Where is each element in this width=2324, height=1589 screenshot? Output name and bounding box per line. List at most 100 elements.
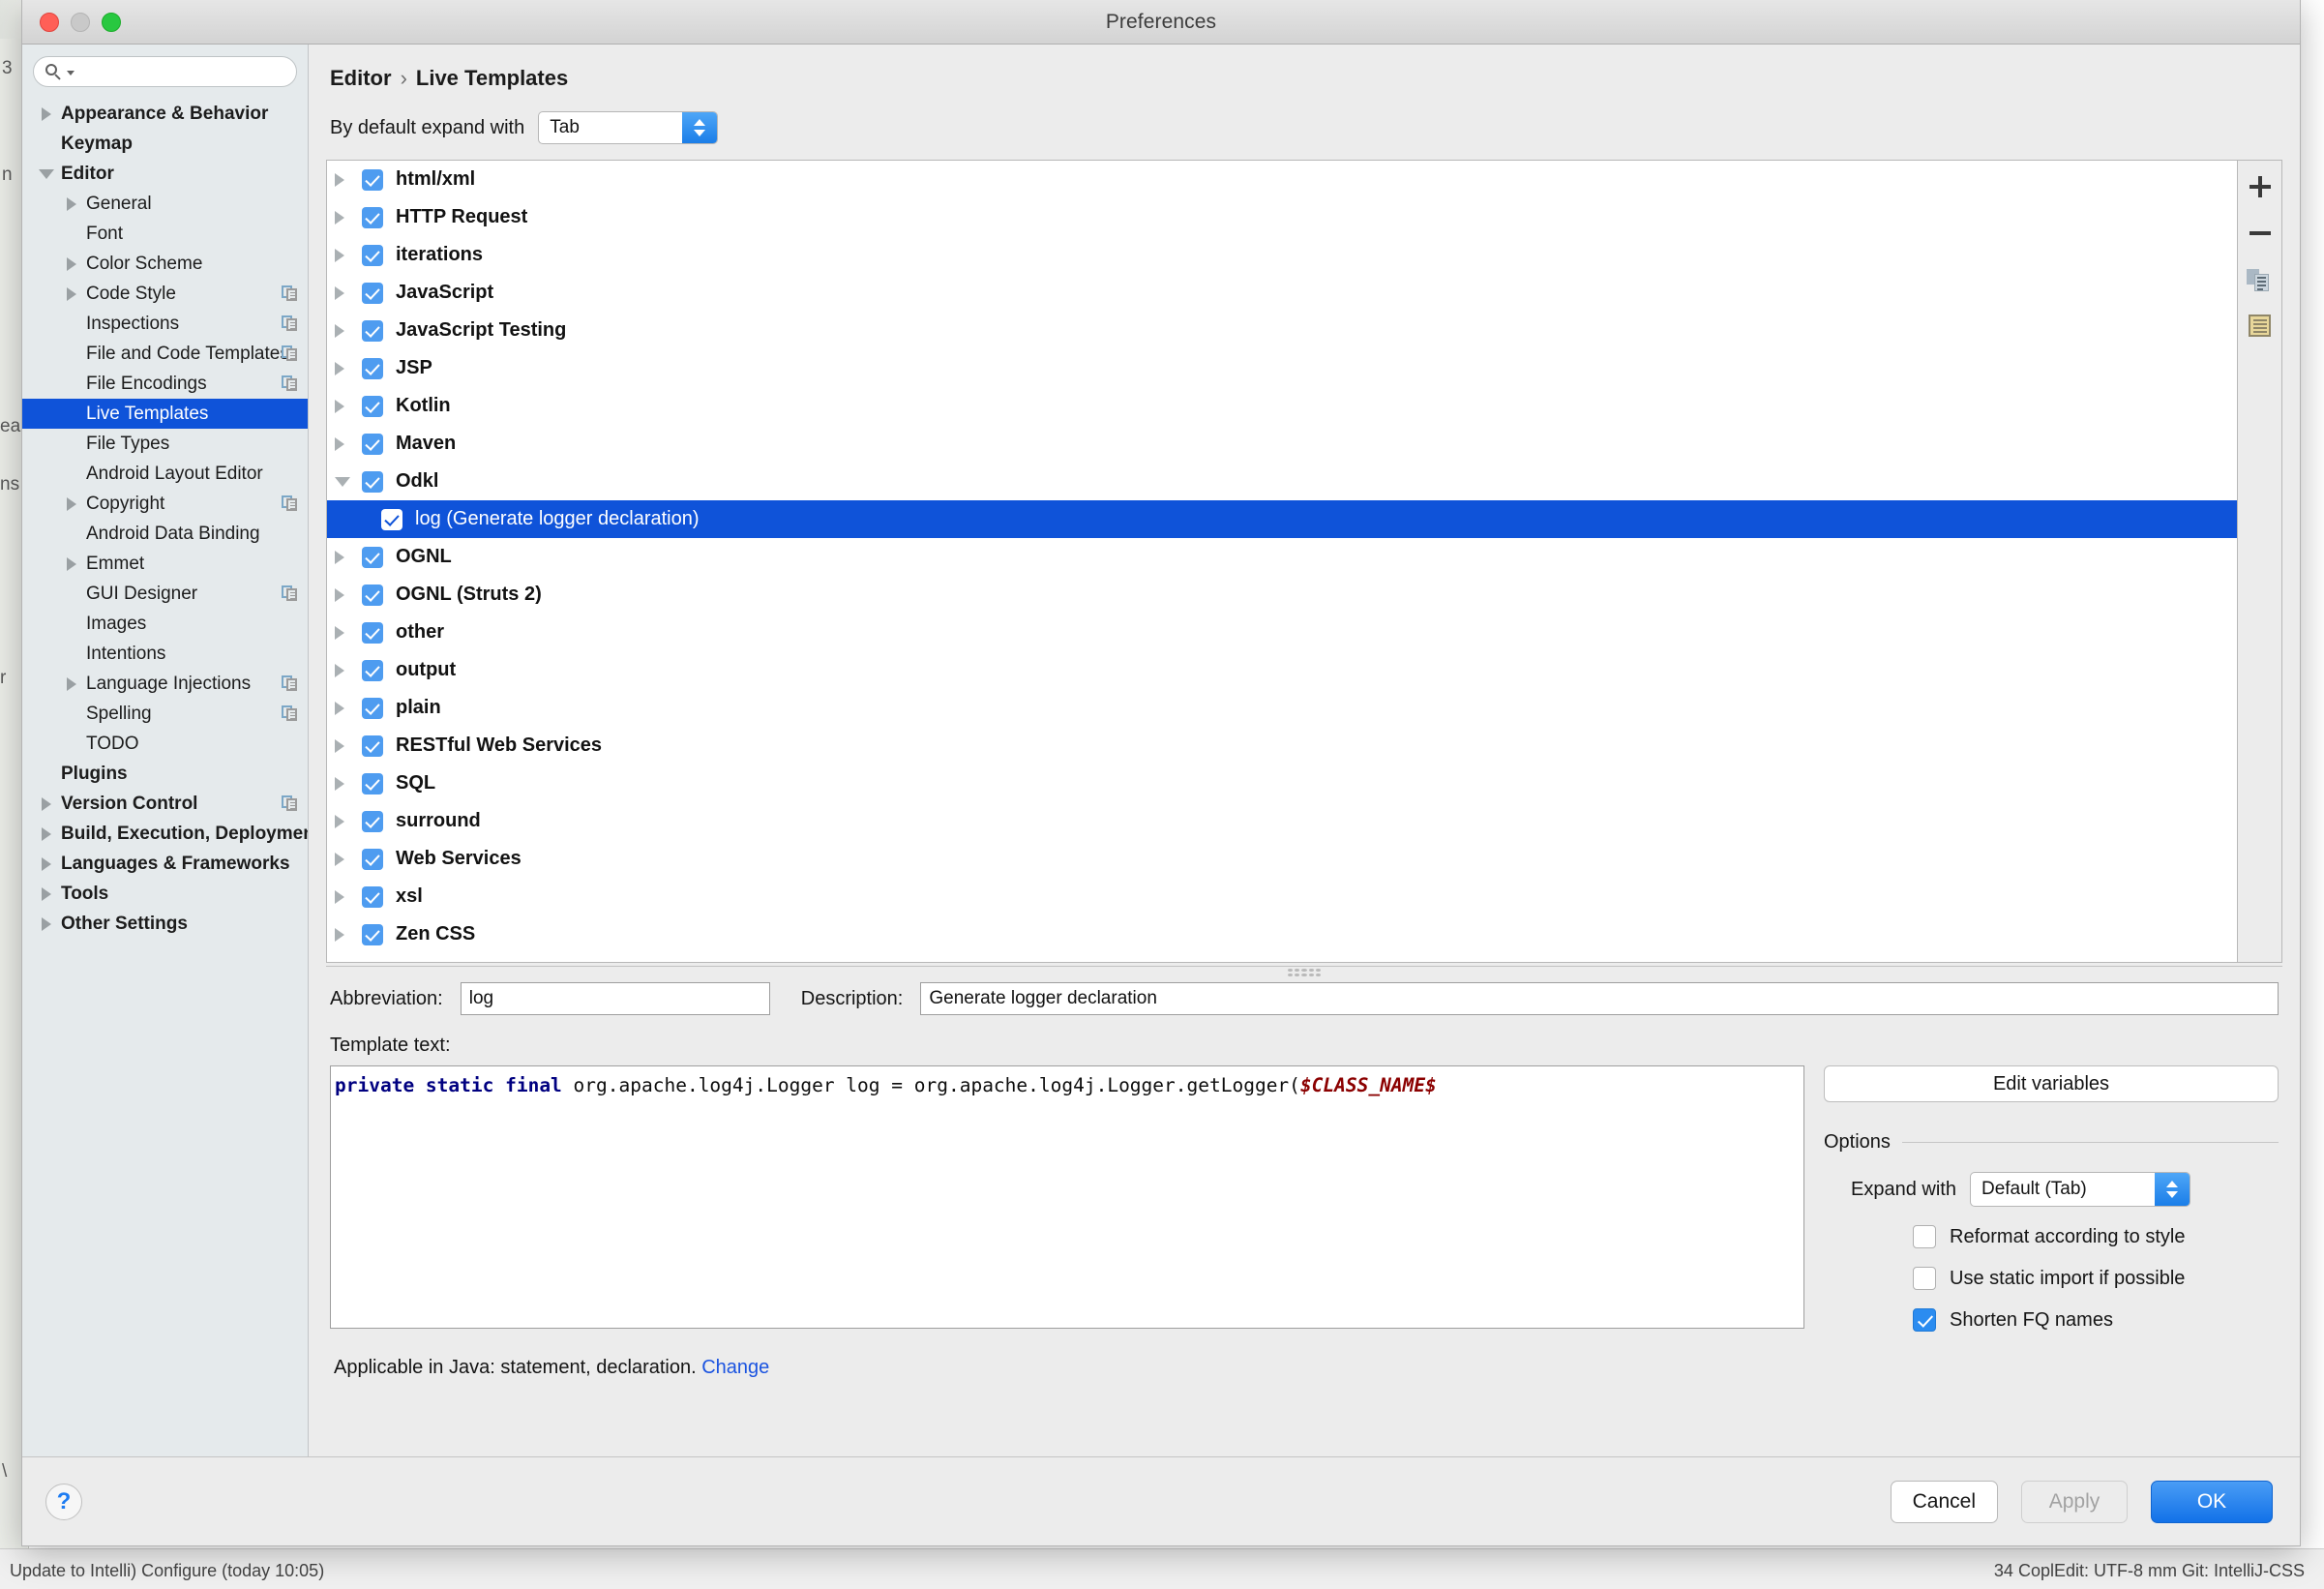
template-enabled-checkbox[interactable] xyxy=(362,433,383,455)
stepper-icon[interactable] xyxy=(2154,1173,2190,1206)
template-group-row[interactable]: RESTful Web Services xyxy=(327,727,2237,765)
sidebar-item-other-settings[interactable]: Other Settings xyxy=(22,909,308,939)
chevron-right-icon[interactable] xyxy=(67,496,76,511)
chevron-right-icon[interactable] xyxy=(67,256,76,271)
template-group-row[interactable]: iterations xyxy=(327,236,2237,274)
template-group-row[interactable]: Odkl xyxy=(327,463,2237,500)
template-enabled-checkbox[interactable] xyxy=(362,659,383,681)
chevron-right-icon[interactable] xyxy=(42,826,51,841)
add-template-button[interactable] xyxy=(2246,172,2275,201)
chevron-right-icon[interactable] xyxy=(335,323,344,338)
template-enabled-checkbox[interactable] xyxy=(362,319,383,342)
template-group-row[interactable]: JSP xyxy=(327,349,2237,387)
template-text-editor[interactable]: private static final org.apache.log4j.Lo… xyxy=(330,1065,1804,1329)
template-enabled-checkbox[interactable] xyxy=(362,735,383,757)
chevron-right-icon[interactable] xyxy=(335,210,344,225)
chevron-right-icon[interactable] xyxy=(42,796,51,811)
template-enabled-checkbox[interactable] xyxy=(362,282,383,304)
template-enabled-checkbox[interactable] xyxy=(362,584,383,606)
change-context-link[interactable]: Change xyxy=(701,1357,769,1378)
sidebar-item-file-and-code-templates[interactable]: File and Code Templates xyxy=(22,339,308,369)
option-use-static-import-if-possible[interactable]: Use static import if possible xyxy=(1824,1267,2279,1290)
sidebar-item-keymap[interactable]: Keymap xyxy=(22,129,308,159)
template-enabled-checkbox[interactable] xyxy=(362,168,383,191)
duplicate-template-button[interactable] xyxy=(2246,265,2275,294)
template-enabled-checkbox[interactable] xyxy=(362,206,383,228)
sidebar-item-appearance-behavior[interactable]: Appearance & Behavior xyxy=(22,99,308,129)
panel-splitter[interactable] xyxy=(326,963,2282,982)
chevron-right-icon[interactable] xyxy=(67,556,76,571)
chevron-right-icon[interactable] xyxy=(335,172,344,187)
chevron-right-icon[interactable] xyxy=(335,550,344,564)
sidebar-item-todo[interactable]: TODO xyxy=(22,729,308,759)
template-enabled-checkbox[interactable] xyxy=(381,508,402,530)
template-enabled-checkbox[interactable] xyxy=(362,621,383,644)
chevron-right-icon[interactable] xyxy=(335,738,344,753)
sidebar-item-file-encodings[interactable]: File Encodings xyxy=(22,369,308,399)
chevron-right-icon[interactable] xyxy=(335,852,344,866)
cancel-button[interactable]: Cancel xyxy=(1890,1480,1998,1523)
sidebar-item-languages-frameworks[interactable]: Languages & Frameworks xyxy=(22,849,308,879)
sidebar-item-spelling[interactable]: Spelling xyxy=(22,699,308,729)
sidebar-item-intentions[interactable]: Intentions xyxy=(22,639,308,669)
template-group-row[interactable]: Zen CSS xyxy=(327,915,2237,953)
chevron-right-icon[interactable] xyxy=(335,889,344,904)
template-enabled-checkbox[interactable] xyxy=(362,885,383,908)
template-enabled-checkbox[interactable] xyxy=(362,697,383,719)
template-enabled-checkbox[interactable] xyxy=(362,546,383,568)
zoom-button[interactable] xyxy=(102,13,121,32)
template-enabled-checkbox[interactable] xyxy=(362,470,383,493)
chevron-right-icon[interactable] xyxy=(335,625,344,640)
sidebar-item-general[interactable]: General xyxy=(22,189,308,219)
apply-button[interactable]: Apply xyxy=(2021,1480,2128,1523)
template-group-row[interactable]: plain xyxy=(327,689,2237,727)
template-group-row[interactable]: surround xyxy=(327,802,2237,840)
template-group-row[interactable]: JavaScript xyxy=(327,274,2237,312)
sidebar-item-images[interactable]: Images xyxy=(22,609,308,639)
sidebar-item-live-templates[interactable]: Live Templates xyxy=(22,399,308,429)
option-reformat-according-to-style[interactable]: Reformat according to style xyxy=(1824,1225,2279,1248)
chevron-down-icon[interactable] xyxy=(39,168,54,179)
template-group-row[interactable]: OGNL (Struts 2) xyxy=(327,576,2237,614)
sidebar-item-android-layout-editor[interactable]: Android Layout Editor xyxy=(22,459,308,489)
template-enabled-checkbox[interactable] xyxy=(362,848,383,870)
template-item[interactable]: log (Generate logger declaration) xyxy=(327,500,2237,538)
minimize-button[interactable] xyxy=(71,13,90,32)
sidebar-item-code-style[interactable]: Code Style xyxy=(22,279,308,309)
sidebar-item-plugins[interactable]: Plugins xyxy=(22,759,308,789)
chevron-right-icon[interactable] xyxy=(67,196,76,211)
template-group-row[interactable]: xsl xyxy=(327,878,2237,915)
chevron-right-icon[interactable] xyxy=(335,285,344,300)
chevron-right-icon[interactable] xyxy=(335,701,344,715)
checkbox[interactable] xyxy=(1913,1225,1936,1248)
template-group-row[interactable]: JavaScript Testing xyxy=(327,312,2237,349)
sidebar-item-tools[interactable]: Tools xyxy=(22,879,308,909)
template-enabled-checkbox[interactable] xyxy=(362,810,383,832)
template-enabled-checkbox[interactable] xyxy=(362,923,383,945)
chevron-right-icon[interactable] xyxy=(335,361,344,375)
chevron-right-icon[interactable] xyxy=(335,587,344,602)
search-box[interactable] xyxy=(33,56,297,87)
sidebar-item-copyright[interactable]: Copyright xyxy=(22,489,308,519)
chevron-right-icon[interactable] xyxy=(335,927,344,942)
sidebar-item-file-types[interactable]: File Types xyxy=(22,429,308,459)
template-group-row[interactable]: other xyxy=(327,614,2237,651)
chevron-right-icon[interactable] xyxy=(42,916,51,931)
chevron-right-icon[interactable] xyxy=(335,248,344,262)
chevron-down-icon[interactable] xyxy=(67,70,74,75)
option-shorten-fq-names[interactable]: Shorten FQ names xyxy=(1824,1308,2279,1332)
template-list[interactable]: html/xml HTTP Request iterations JavaScript… xyxy=(326,160,2238,963)
checkbox[interactable] xyxy=(1913,1308,1936,1332)
sidebar-item-build-execution-deployment[interactable]: Build, Execution, Deployment xyxy=(22,819,308,849)
sidebar-item-color-scheme[interactable]: Color Scheme xyxy=(22,249,308,279)
chevron-right-icon[interactable] xyxy=(67,676,76,691)
stepper-icon[interactable] xyxy=(682,112,718,143)
expand-with-select[interactable]: Default (Tab) xyxy=(1969,1172,2190,1207)
help-button[interactable]: ? xyxy=(45,1483,82,1520)
checkbox[interactable] xyxy=(1913,1267,1936,1290)
template-group-row[interactable]: Maven xyxy=(327,425,2237,463)
chevron-right-icon[interactable] xyxy=(335,814,344,828)
template-enabled-checkbox[interactable] xyxy=(362,772,383,794)
sidebar-item-inspections[interactable]: Inspections xyxy=(22,309,308,339)
template-group-row[interactable]: output xyxy=(327,651,2237,689)
